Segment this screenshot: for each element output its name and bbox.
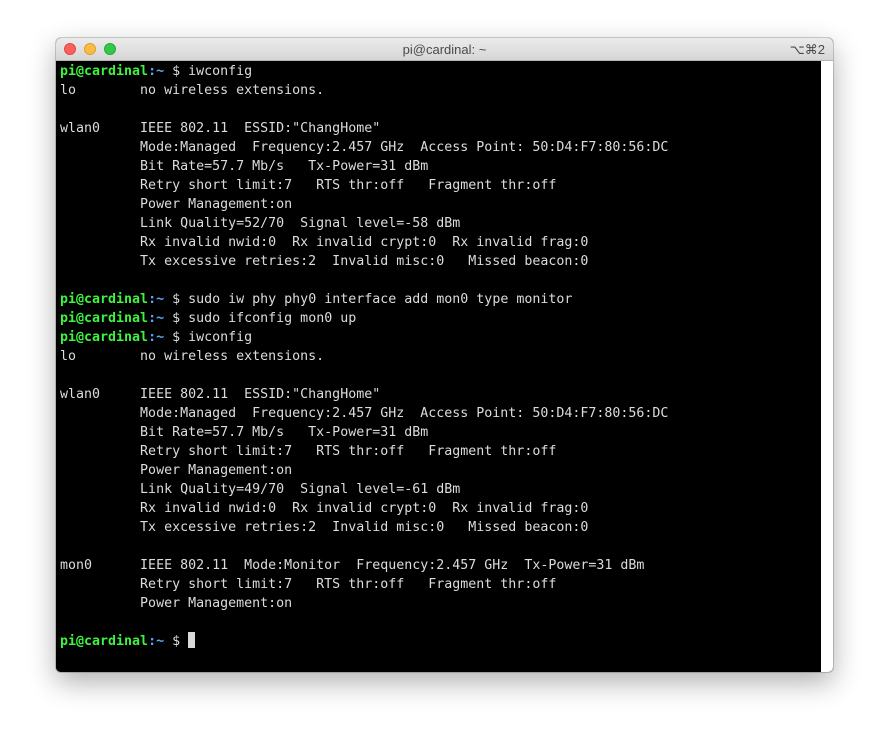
output-line: Retry short limit:7 RTS thr:off Fragment… — [60, 444, 557, 459]
command-text: sudo iw phy phy0 interface add mon0 type… — [188, 292, 573, 307]
output-line: Mode:Managed Frequency:2.457 GHz Access … — [60, 140, 669, 155]
output-line: Tx excessive retries:2 Invalid misc:0 Mi… — [60, 254, 589, 269]
terminal-window: pi@cardinal: ~ ⌥⌘2 pi@cardinal:~ $ iwcon… — [56, 38, 833, 672]
command-text: iwconfig — [188, 330, 253, 345]
output-line: Power Management:on — [60, 197, 293, 212]
prompt-user-host: pi@cardinal — [60, 634, 149, 649]
title-bar[interactable]: pi@cardinal: ~ ⌥⌘2 — [56, 38, 833, 61]
prompt-path: :~ — [148, 64, 173, 79]
scrollbar-track[interactable] — [821, 61, 833, 672]
output-line: Bit Rate=57.7 Mb/s Tx-Power=31 dBm — [60, 159, 429, 174]
prompt-symbol: $ — [172, 634, 189, 649]
output-line: Power Management:on — [60, 596, 293, 611]
output-line: lo no wireless extensions. — [60, 83, 325, 98]
prompt-user-host: pi@cardinal — [60, 292, 149, 307]
output-line: lo no wireless extensions. — [60, 349, 325, 364]
output-line: Rx invalid nwid:0 Rx invalid crypt:0 Rx … — [60, 501, 589, 516]
text-cursor[interactable] — [188, 632, 196, 648]
output-line: Retry short limit:7 RTS thr:off Fragment… — [60, 577, 557, 592]
prompt-symbol: $ — [172, 292, 189, 307]
prompt-line: pi@cardinal:~ $ sudo ifconfig mon0 up — [60, 309, 821, 328]
prompt-symbol: $ — [172, 311, 189, 326]
output-line: Tx excessive retries:2 Invalid misc:0 Mi… — [60, 520, 589, 535]
output-line: Link Quality=52/70 Signal level=-58 dBm — [60, 216, 461, 231]
terminal-output[interactable]: pi@cardinal:~ $ iwconfig lo no wireless e… — [56, 61, 821, 672]
command-text: iwconfig — [188, 64, 253, 79]
prompt-symbol: $ — [172, 330, 189, 345]
window-title: pi@cardinal: ~ — [402, 42, 487, 57]
prompt-path: :~ — [148, 330, 173, 345]
output-line: mon0 IEEE 802.11 Mode:Monitor Frequency:… — [60, 558, 645, 573]
prompt-path: :~ — [148, 292, 173, 307]
window-shortcut: ⌥⌘2 — [789, 42, 825, 57]
output-line: Link Quality=49/70 Signal level=-61 dBm — [60, 482, 461, 497]
prompt-line: pi@cardinal:~ $ iwconfig — [60, 328, 821, 347]
prompt-path: :~ — [148, 311, 173, 326]
output-line: Rx invalid nwid:0 Rx invalid crypt:0 Rx … — [60, 235, 589, 250]
prompt-path: :~ — [148, 634, 173, 649]
prompt-line: pi@cardinal:~ $ — [60, 632, 821, 651]
output-line: Power Management:on — [60, 463, 293, 478]
output-line: Bit Rate=57.7 Mb/s Tx-Power=31 dBm — [60, 425, 429, 440]
output-line: Mode:Managed Frequency:2.457 GHz Access … — [60, 406, 669, 421]
prompt-line: pi@cardinal:~ $ sudo iw phy phy0 interfa… — [60, 290, 821, 309]
output-line: wlan0 IEEE 802.11 ESSID:"ChangHome" — [60, 387, 381, 402]
prompt-line: pi@cardinal:~ $ iwconfig — [60, 62, 821, 81]
prompt-symbol: $ — [172, 64, 189, 79]
prompt-user-host: pi@cardinal — [60, 330, 149, 345]
prompt-user-host: pi@cardinal — [60, 64, 149, 79]
prompt-user-host: pi@cardinal — [60, 311, 149, 326]
command-text: sudo ifconfig mon0 up — [188, 311, 357, 326]
output-line: Retry short limit:7 RTS thr:off Fragment… — [60, 178, 557, 193]
output-line: wlan0 IEEE 802.11 ESSID:"ChangHome" — [60, 121, 381, 136]
